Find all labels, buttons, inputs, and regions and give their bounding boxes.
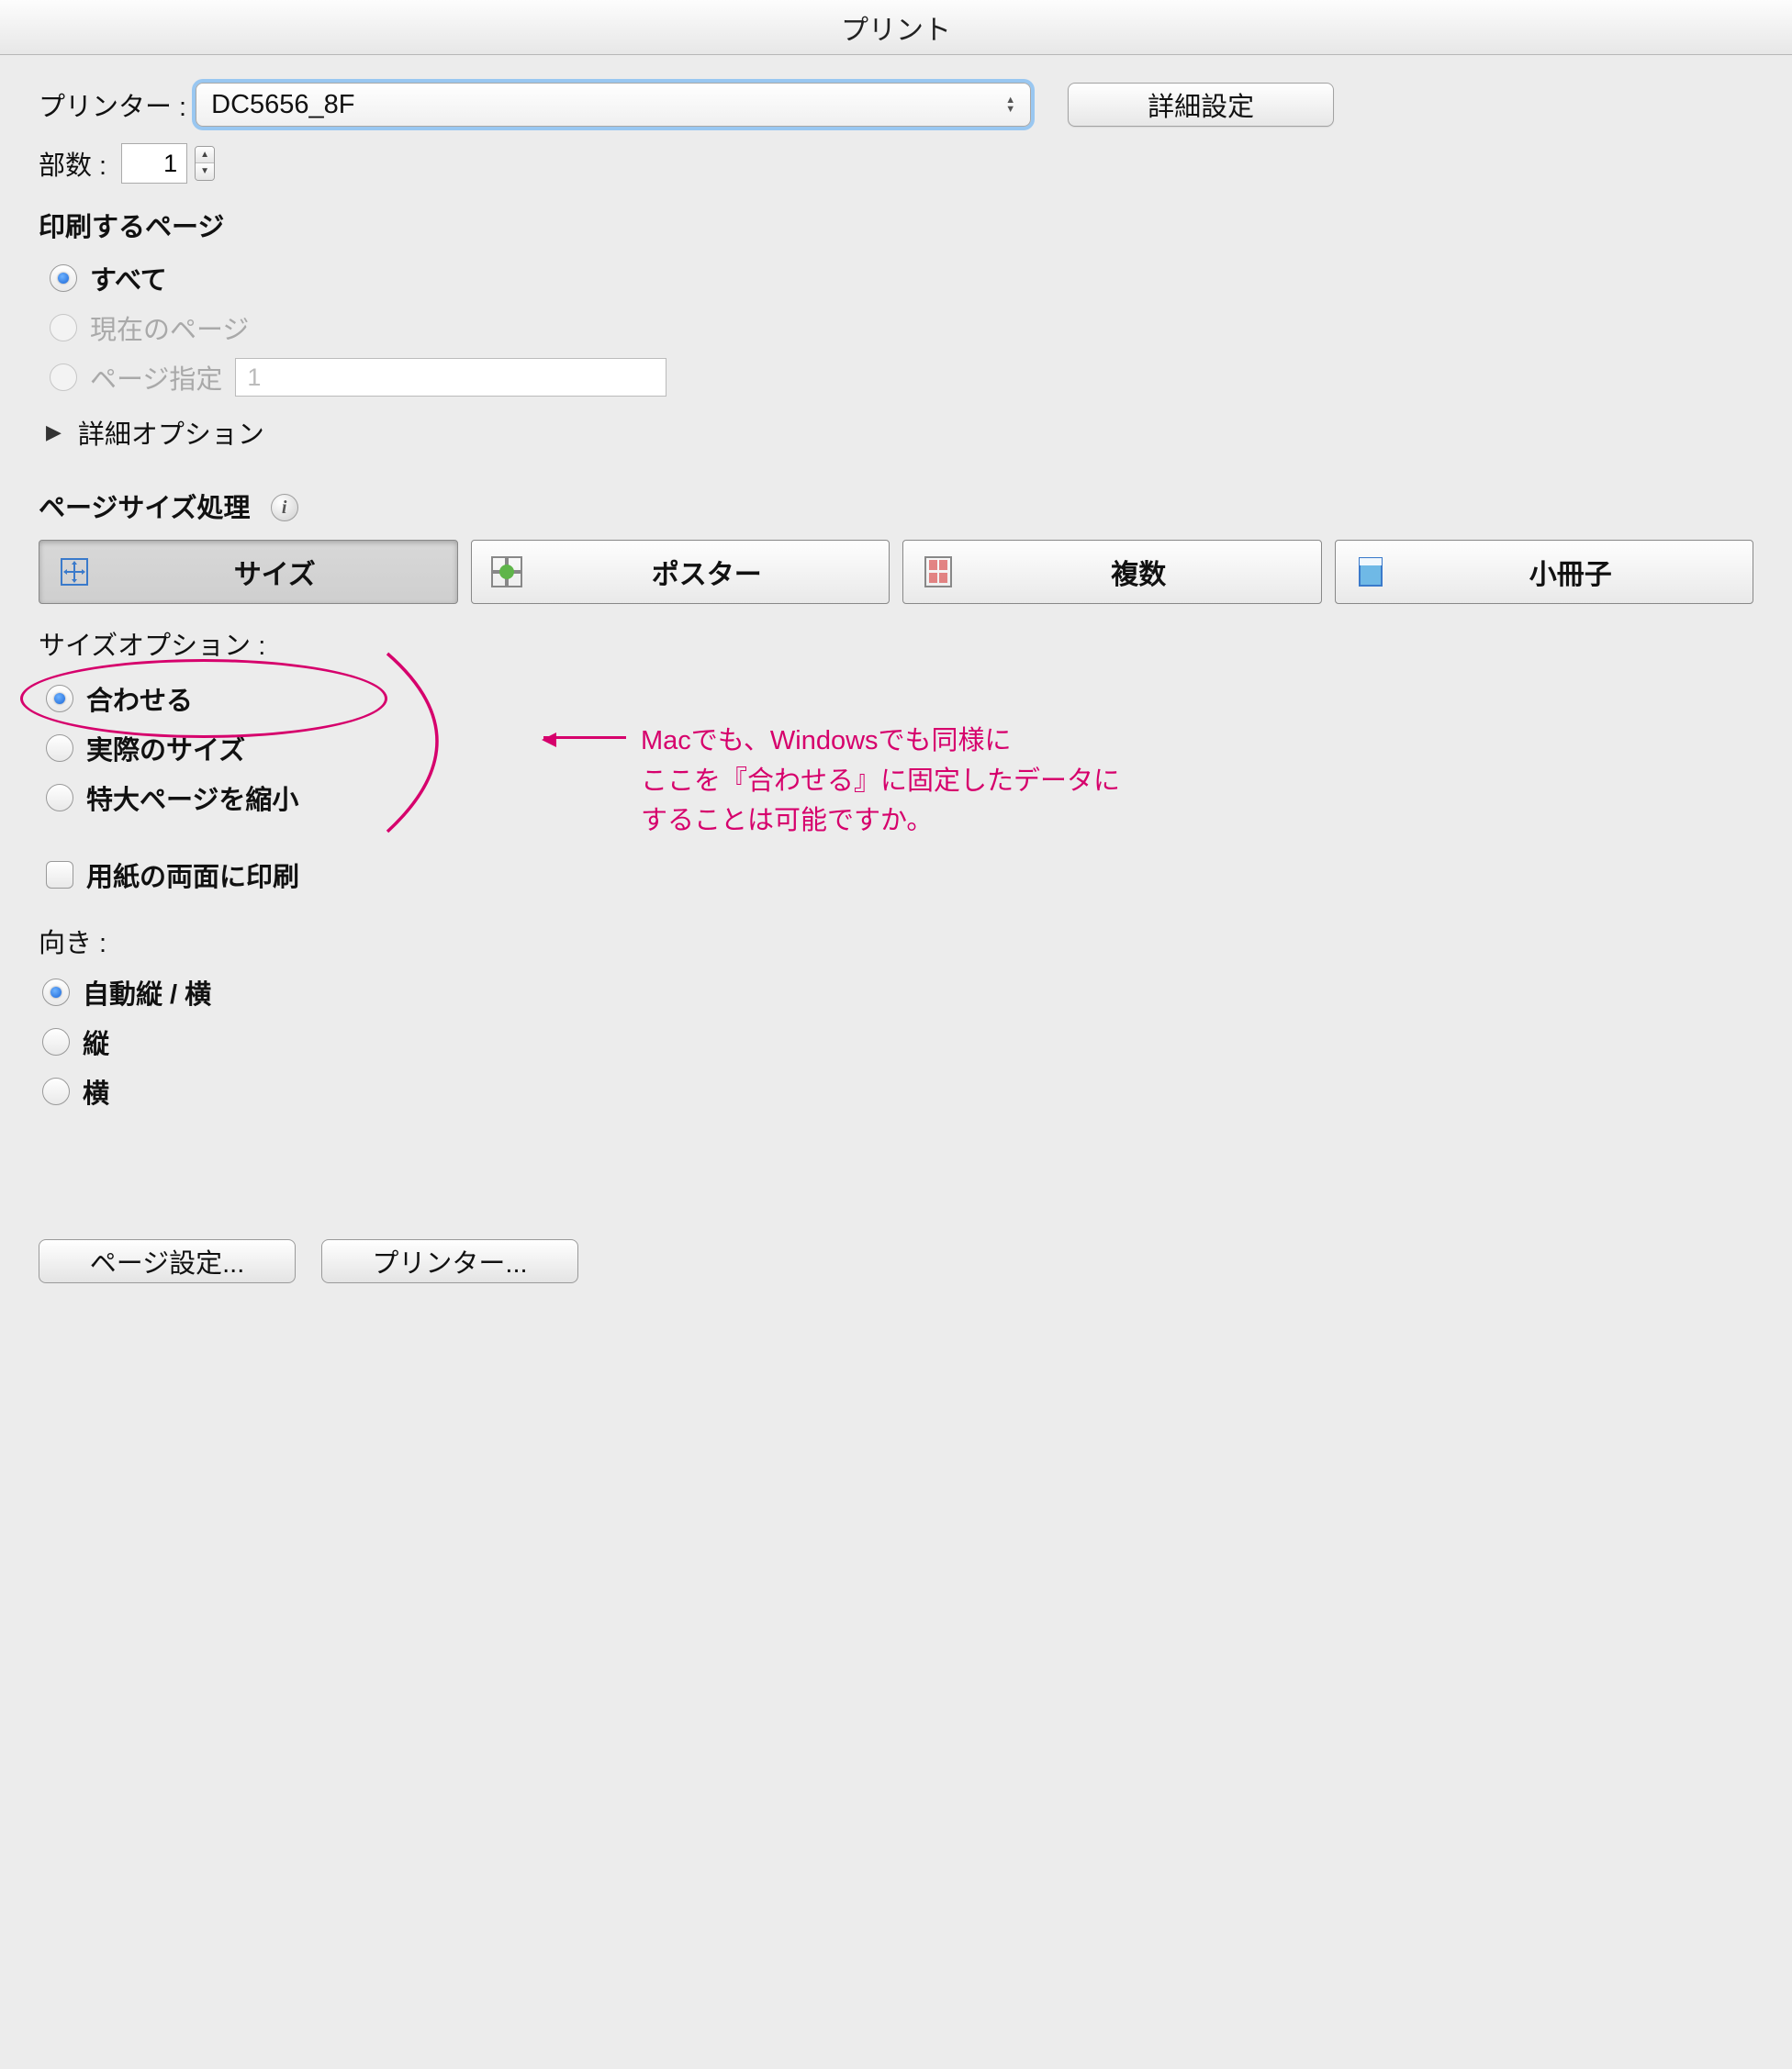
radio-orientation-portrait[interactable] bbox=[42, 1028, 70, 1056]
radio-shrink-oversized[interactable] bbox=[46, 784, 73, 811]
radio-page-range-label: ページ指定 bbox=[90, 358, 222, 397]
radio-current-page-label: 現在のページ bbox=[90, 308, 249, 347]
size-options-heading: サイズオプション : bbox=[39, 624, 1753, 663]
page-setup-button[interactable]: ページ設定... bbox=[39, 1239, 296, 1283]
window-title: プリント bbox=[0, 0, 1792, 55]
tab-poster[interactable]: ポスター bbox=[471, 540, 890, 604]
printer-dropdown[interactable]: DC5656_8F ▲▼ bbox=[196, 83, 1031, 127]
multiple-icon bbox=[920, 554, 957, 590]
annotation-text: Macでも、Windowsでも同様に ここを『合わせる』に固定したデータに する… bbox=[641, 721, 1120, 842]
copies-input[interactable] bbox=[121, 143, 187, 184]
printer-button[interactable]: プリンター... bbox=[321, 1239, 578, 1283]
poster-icon bbox=[488, 554, 525, 590]
radio-actual-size[interactable] bbox=[46, 734, 73, 762]
printer-label: プリンター : bbox=[39, 85, 186, 124]
triangle-right-icon: ▶ bbox=[46, 420, 62, 444]
advanced-options-disclosure[interactable]: ▶ 詳細オプション bbox=[46, 413, 264, 452]
size-icon bbox=[56, 554, 93, 590]
radio-shrink-oversized-label: 特大ページを縮小 bbox=[86, 778, 298, 817]
radio-fit[interactable] bbox=[46, 685, 73, 712]
radio-all-pages-label: すべて bbox=[90, 259, 167, 297]
detail-settings-button[interactable]: 詳細設定 bbox=[1068, 83, 1334, 127]
page-size-heading: ページサイズ処理 i bbox=[39, 486, 1753, 525]
radio-current-page[interactable] bbox=[50, 314, 77, 341]
checkbox-duplex[interactable] bbox=[46, 861, 73, 889]
copies-label: 部数 : bbox=[39, 144, 106, 183]
pages-heading: 印刷するページ bbox=[39, 206, 1753, 244]
annotation-arrow: Macでも、Windowsでも同様に ここを『合わせる』に固定したデータに する… bbox=[543, 721, 1120, 842]
radio-orientation-portrait-label: 縦 bbox=[83, 1023, 109, 1061]
tab-multiple[interactable]: 複数 bbox=[902, 540, 1322, 604]
radio-actual-size-label: 実際のサイズ bbox=[86, 729, 245, 767]
radio-orientation-auto-label: 自動縦 / 横 bbox=[83, 973, 211, 1012]
orientation-heading: 向き : bbox=[39, 922, 1753, 960]
tab-size[interactable]: サイズ bbox=[39, 540, 458, 604]
tab-booklet[interactable]: 小冊子 bbox=[1335, 540, 1754, 604]
radio-orientation-landscape[interactable] bbox=[42, 1078, 70, 1105]
page-range-input[interactable] bbox=[235, 358, 666, 397]
copies-stepper[interactable]: ▲ ▼ bbox=[195, 146, 215, 181]
radio-orientation-landscape-label: 横 bbox=[83, 1072, 109, 1111]
radio-all-pages[interactable] bbox=[50, 264, 77, 292]
radio-page-range[interactable] bbox=[50, 363, 77, 391]
radio-fit-label: 合わせる bbox=[86, 679, 193, 718]
checkbox-duplex-label: 用紙の両面に印刷 bbox=[86, 856, 299, 894]
radio-orientation-auto[interactable] bbox=[42, 979, 70, 1006]
stepper-down-icon[interactable]: ▼ bbox=[196, 163, 214, 180]
booklet-icon bbox=[1352, 554, 1389, 590]
dropdown-arrows-icon: ▲▼ bbox=[1005, 95, 1015, 114]
stepper-up-icon[interactable]: ▲ bbox=[196, 147, 214, 163]
info-icon[interactable]: i bbox=[271, 494, 298, 521]
